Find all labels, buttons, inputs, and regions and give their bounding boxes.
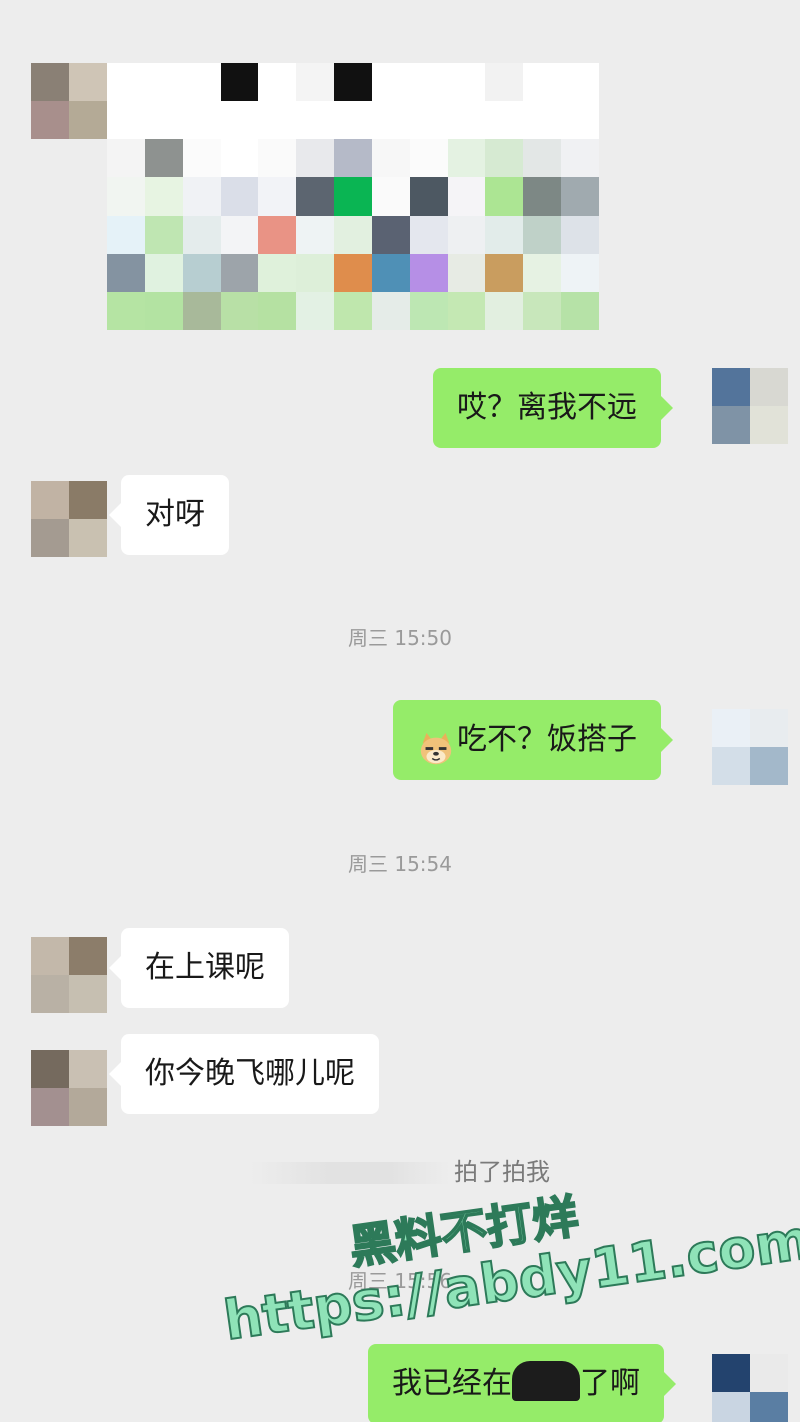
received-message-bubble[interactable]: 你今晚飞哪儿呢	[109, 1034, 379, 1114]
message-text: 吃不？饭搭子	[457, 722, 637, 757]
avatar-friend[interactable]	[31, 63, 107, 139]
avatar-friend[interactable]	[31, 481, 107, 557]
message-text: 你今晚飞哪儿呢	[145, 1056, 355, 1091]
message-text: 在上课呢	[145, 950, 265, 985]
received-message-bubble[interactable]: 对呀	[109, 475, 229, 555]
avatar-friend[interactable]	[31, 1050, 107, 1126]
pat-notice: 拍了拍我	[0, 1152, 800, 1187]
sent-message-bubble[interactable]: 哎？离我不远	[433, 368, 673, 448]
redacted-location	[512, 1360, 580, 1401]
image-message-pixelated[interactable]	[107, 63, 599, 330]
message-text-after: 了啊	[580, 1366, 640, 1401]
sent-message-bubble[interactable]: 吃不？饭搭子	[393, 700, 673, 780]
message-text: 哎？离我不远	[457, 390, 637, 425]
redacted-name	[250, 1162, 450, 1184]
message-text: 对呀	[145, 497, 205, 532]
timestamp: 周三 15:50	[348, 626, 452, 650]
doge-icon	[417, 719, 455, 764]
avatar-self[interactable]	[712, 709, 788, 785]
sent-message-bubble[interactable]: 我已经在 了啊	[368, 1344, 676, 1422]
timestamp: 周三 15:54	[348, 852, 452, 876]
avatar-friend[interactable]	[31, 937, 107, 1013]
message-text-before: 我已经在	[392, 1366, 512, 1401]
avatar-self[interactable]	[712, 368, 788, 444]
pat-notice-text: 拍了拍我	[454, 1158, 550, 1186]
avatar-self[interactable]	[712, 1354, 788, 1422]
received-message-bubble[interactable]: 在上课呢	[109, 928, 289, 1008]
